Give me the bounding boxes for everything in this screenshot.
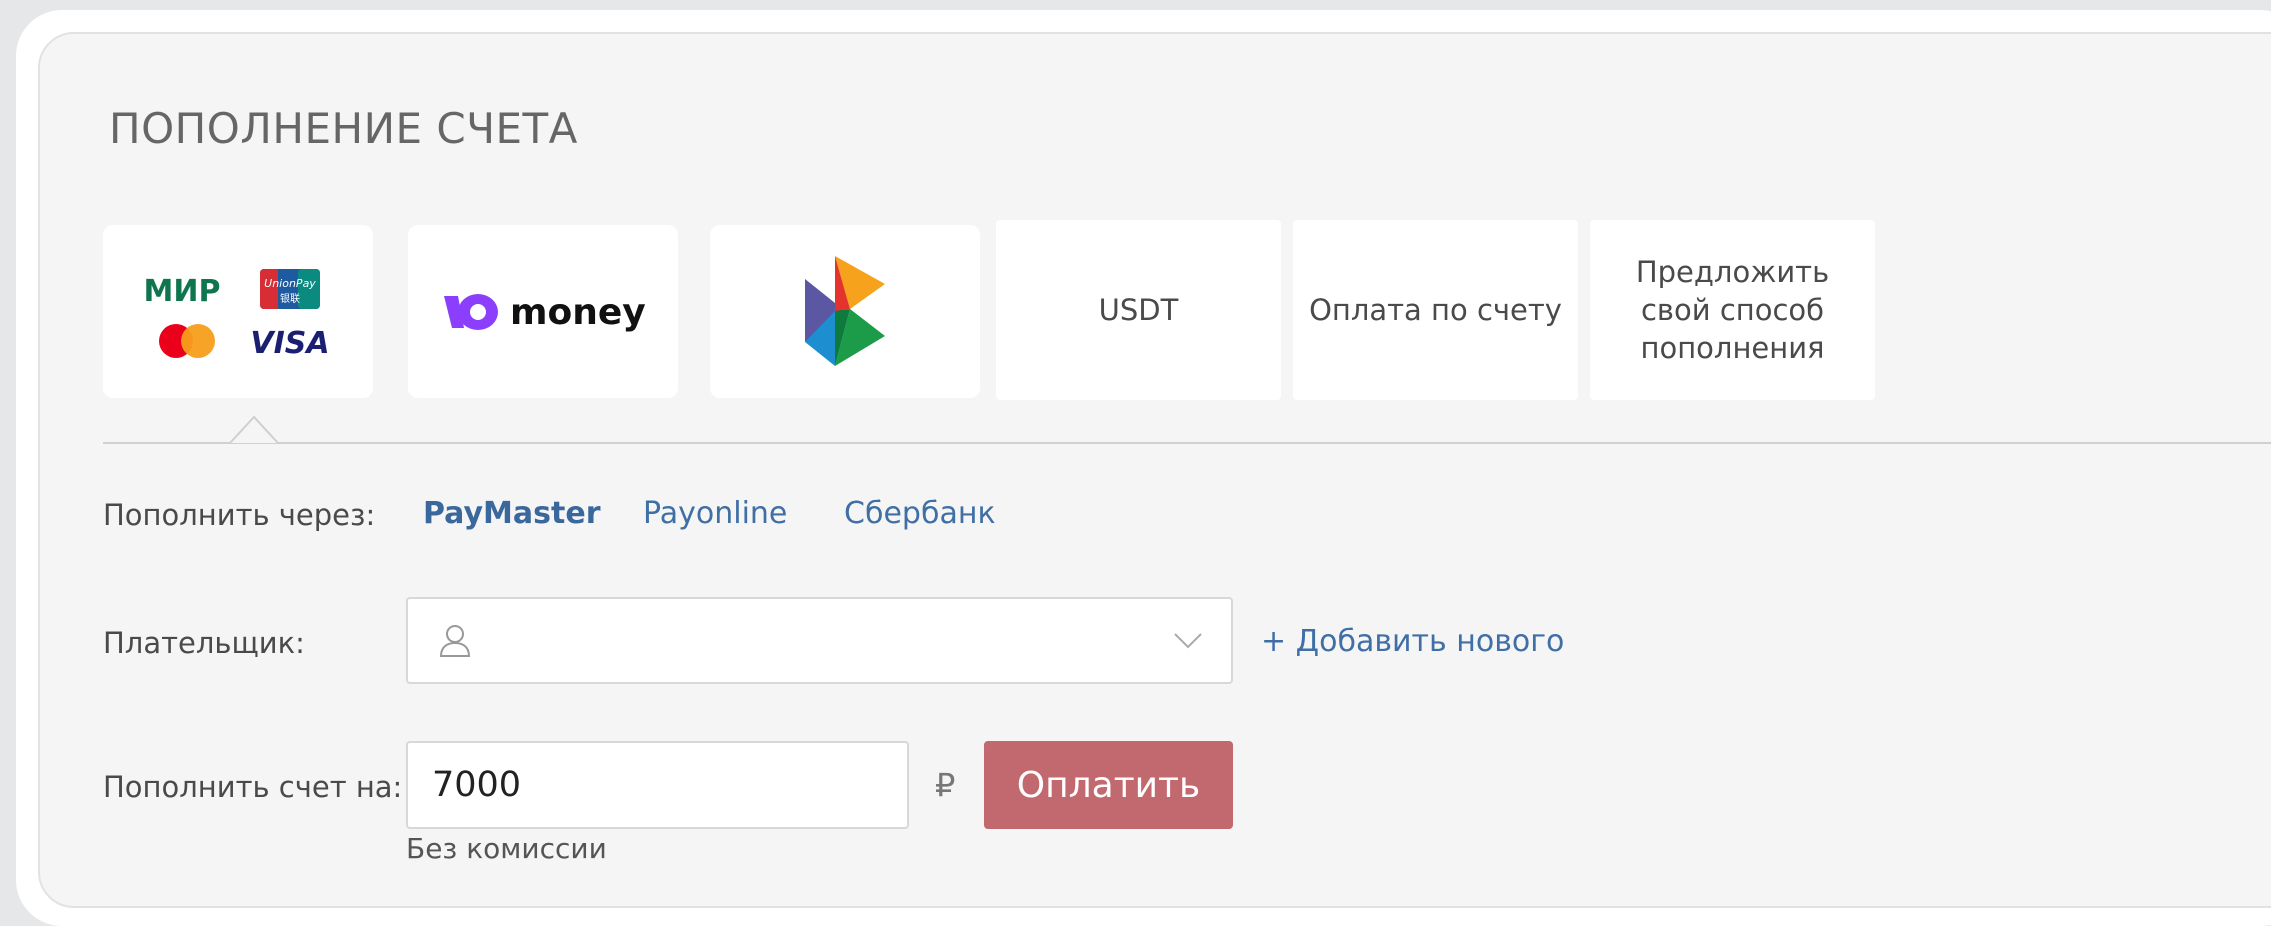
method-card-usdt[interactable]: USDT — [996, 220, 1281, 400]
usdt-label: USDT — [1098, 293, 1179, 327]
amount-input[interactable] — [406, 741, 909, 829]
methods-divider — [103, 442, 2271, 444]
currency-symbol: ₽ — [935, 766, 956, 804]
amount-label: Пополнить счет на: — [103, 770, 403, 804]
sbp-logo-icon — [805, 256, 885, 366]
method-card-yoomoney[interactable]: money — [408, 225, 678, 398]
provider-sberbank[interactable]: Сбербанк — [844, 496, 996, 531]
providers-label: Пополнить через: — [103, 498, 376, 532]
svg-text:money: money — [510, 292, 646, 333]
invoice-label: Оплата по счету — [1309, 293, 1562, 327]
method-card-invoice[interactable]: Оплата по счету — [1293, 220, 1578, 400]
method-card-sbp[interactable] — [710, 225, 980, 398]
payer-select[interactable] — [406, 597, 1233, 684]
user-icon — [439, 625, 471, 657]
provider-paymaster[interactable]: PayMaster — [423, 496, 601, 531]
bank-cards-logos: МИР UnionPay 银联 VISA — [144, 268, 330, 361]
payer-label: Плательщик: — [103, 626, 305, 660]
suggest-label-line2: свой способ — [1640, 293, 1825, 327]
mastercard-logo — [159, 323, 215, 358]
method-card-bank-cards[interactable]: МИР UnionPay 银联 VISA — [103, 225, 373, 398]
suggest-label-line1: Предложить — [1635, 255, 1830, 289]
add-payer-link[interactable]: + Добавить нового — [1261, 624, 1564, 659]
suggest-label-line3: пополнения — [1640, 331, 1825, 365]
pay-button[interactable]: Оплатить — [984, 741, 1233, 829]
mir-logo: МИР — [144, 274, 221, 309]
yoomoney-logo: money — [444, 292, 646, 333]
svg-text:UnionPay: UnionPay — [264, 277, 316, 290]
provider-payonline[interactable]: Payonline — [643, 496, 787, 531]
commission-note: Без комиссии — [406, 832, 607, 865]
svg-text:银联: 银联 — [280, 292, 300, 305]
chevron-down-icon — [1174, 633, 1202, 649]
page-title: ПОПОЛНЕНИЕ СЧЕТА — [109, 104, 578, 153]
visa-logo: VISA — [250, 326, 329, 361]
method-card-suggest[interactable]: Предложить свой способ пополнения — [1590, 220, 1875, 400]
selected-method-pointer — [229, 415, 279, 444]
